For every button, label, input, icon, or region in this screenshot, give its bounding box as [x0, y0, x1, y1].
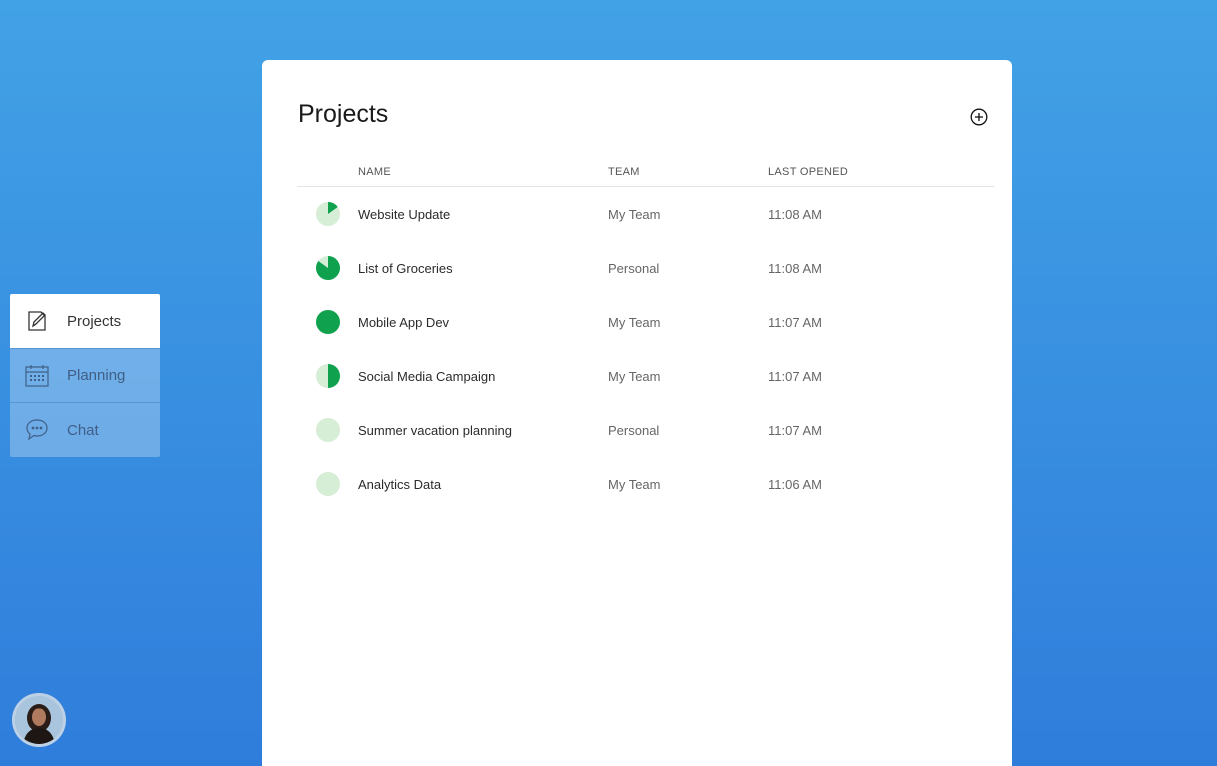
progress-pie-icon: [315, 255, 341, 281]
table-row[interactable]: Analytics Data My Team 11:06 AM: [297, 457, 994, 511]
progress-pie-icon: [315, 417, 341, 443]
projects-panel: Projects NAME TEAM LAST OPENED Website U…: [262, 60, 1012, 766]
project-last-opened: 11:08 AM: [768, 207, 822, 222]
table-row[interactable]: Website Update My Team 11:08 AM: [297, 187, 994, 241]
column-header-name[interactable]: NAME: [358, 166, 391, 178]
project-name: Summer vacation planning: [358, 423, 512, 438]
project-last-opened: 11:07 AM: [768, 369, 822, 384]
project-team: My Team: [608, 315, 661, 330]
progress-fill: [328, 364, 340, 388]
side-nav: Projects Planning Chat: [10, 294, 160, 457]
progress-track: [316, 418, 340, 442]
edit-note-icon: [24, 308, 50, 334]
progress-fill: [316, 310, 340, 334]
project-last-opened: 11:06 AM: [768, 477, 822, 492]
table-row[interactable]: Summer vacation planning Personal 11:07 …: [297, 403, 994, 457]
progress-pie-icon: [315, 363, 341, 389]
table-row[interactable]: Social Media Campaign My Team 11:07 AM: [297, 349, 994, 403]
project-last-opened: 11:07 AM: [768, 423, 822, 438]
column-header-team[interactable]: TEAM: [608, 166, 640, 178]
projects-table-body: Website Update My Team 11:08 AM List of …: [297, 187, 994, 511]
project-team: Personal: [608, 423, 660, 438]
page-title: Projects: [298, 100, 389, 128]
project-name: List of Groceries: [358, 261, 453, 276]
progress-pie-icon: [315, 201, 341, 227]
nav-label-projects: Projects: [67, 312, 122, 330]
user-avatar[interactable]: [12, 693, 66, 747]
project-name: Analytics Data: [358, 477, 442, 492]
project-name: Mobile App Dev: [358, 315, 450, 330]
nav-label-planning: Planning: [67, 367, 126, 384]
table-header: NAME TEAM LAST OPENED: [297, 160, 994, 187]
project-last-opened: 11:07 AM: [768, 315, 822, 330]
project-team: My Team: [608, 207, 661, 222]
nav-item-projects[interactable]: Projects: [10, 294, 160, 348]
project-last-opened: 11:08 AM: [768, 261, 822, 276]
project-name: Social Media Campaign: [358, 369, 496, 384]
project-name: Website Update: [358, 207, 451, 222]
progress-pie-icon: [315, 309, 341, 335]
project-team: My Team: [608, 369, 661, 384]
nav-label-chat: Chat: [67, 421, 99, 439]
progress-pie-icon: [315, 471, 341, 497]
table-row[interactable]: List of Groceries Personal 11:08 AM: [297, 241, 994, 295]
calendar-icon: [24, 363, 50, 389]
nav-item-chat[interactable]: Chat: [10, 402, 160, 457]
chat-bubble-icon: [24, 417, 50, 443]
add-circle-icon: [970, 108, 988, 126]
nav-item-planning[interactable]: Planning: [10, 348, 160, 402]
project-team: Personal: [608, 261, 660, 276]
column-header-last-opened[interactable]: LAST OPENED: [768, 166, 848, 178]
project-team: My Team: [608, 477, 661, 492]
add-project-button[interactable]: [970, 108, 988, 126]
progress-track: [316, 472, 340, 496]
table-row[interactable]: Mobile App Dev My Team 11:07 AM: [297, 295, 994, 349]
